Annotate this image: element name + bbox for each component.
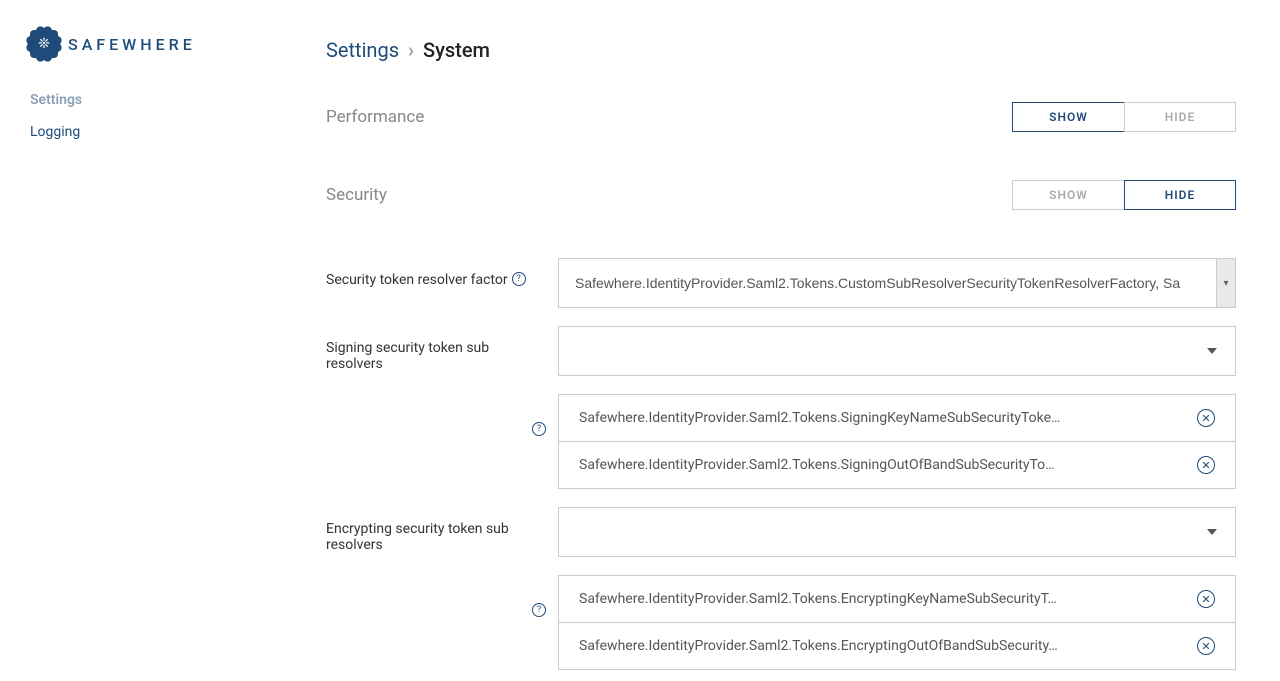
chevron-down-icon: [1207, 529, 1217, 535]
sidebar: ❊ SAFEWHERE Settings Logging: [0, 0, 290, 681]
remove-icon[interactable]: ✕: [1197, 409, 1215, 427]
help-icon[interactable]: ?: [532, 603, 546, 617]
list-item: Safewhere.IdentityProvider.Saml2.Tokens.…: [559, 622, 1235, 669]
list-signing: Safewhere.IdentityProvider.Saml2.Tokens.…: [558, 394, 1236, 489]
help-icon[interactable]: ?: [512, 272, 526, 286]
section-title-performance: Performance: [326, 107, 424, 127]
list-item: Safewhere.IdentityProvider.Saml2.Tokens.…: [559, 441, 1235, 488]
hide-button-security[interactable]: HIDE: [1124, 180, 1236, 210]
list-item: Safewhere.IdentityProvider.Saml2.Tokens.…: [559, 576, 1235, 622]
list-encrypting-row: ? Safewhere.IdentityProvider.Saml2.Token…: [326, 575, 1236, 670]
show-button-performance[interactable]: SHOW: [1012, 102, 1124, 132]
input-stepper-icon[interactable]: ▾: [1216, 258, 1236, 308]
chevron-down-icon: [1207, 348, 1217, 354]
label-encrypting: Encrypting security token sub resolvers: [326, 521, 546, 553]
list-signing-row: ? Safewhere.IdentityProvider.Saml2.Token…: [326, 394, 1236, 489]
list-item-text: Safewhere.IdentityProvider.Saml2.Tokens.…: [579, 591, 1057, 607]
field-encrypting: Encrypting security token sub resolvers: [326, 507, 1236, 557]
logo: ❊ SAFEWHERE: [30, 30, 290, 58]
sidebar-item-settings[interactable]: Settings: [30, 84, 290, 116]
remove-icon[interactable]: ✕: [1197, 637, 1215, 655]
breadcrumb-parent[interactable]: Settings: [326, 38, 399, 62]
breadcrumb-sep: ›: [408, 38, 414, 62]
main-content: Settings › System Performance SHOW HIDE …: [290, 0, 1280, 681]
logo-icon: ❊: [30, 30, 58, 58]
list-item-text: Safewhere.IdentityProvider.Saml2.Tokens.…: [579, 638, 1058, 654]
hide-button-performance[interactable]: HIDE: [1124, 102, 1236, 132]
remove-icon[interactable]: ✕: [1197, 590, 1215, 608]
section-security: Security SHOW HIDE: [326, 180, 1236, 210]
logo-text: SAFEWHERE: [68, 35, 196, 54]
section-title-security: Security: [326, 185, 387, 205]
toggle-security: SHOW HIDE: [1012, 180, 1236, 210]
show-button-security[interactable]: SHOW: [1012, 180, 1124, 210]
breadcrumb-current: System: [423, 38, 490, 62]
field-signing: Signing security token sub resolvers: [326, 326, 1236, 376]
remove-icon[interactable]: ✕: [1197, 456, 1215, 474]
input-resolver-factor[interactable]: [558, 258, 1236, 308]
breadcrumb: Settings › System: [326, 38, 1236, 62]
sidebar-item-logging[interactable]: Logging: [30, 116, 290, 148]
list-item: Safewhere.IdentityProvider.Saml2.Tokens.…: [559, 395, 1235, 441]
select-signing[interactable]: [558, 326, 1236, 376]
help-icon[interactable]: ?: [532, 422, 546, 436]
label-resolver-factor: Security token resolver factor: [326, 272, 508, 288]
toggle-performance: SHOW HIDE: [1012, 102, 1236, 132]
section-performance: Performance SHOW HIDE: [326, 102, 1236, 132]
field-resolver-factor: Security token resolver factor ? ▾: [326, 258, 1236, 308]
list-item-text: Safewhere.IdentityProvider.Saml2.Tokens.…: [579, 410, 1060, 426]
list-item-text: Safewhere.IdentityProvider.Saml2.Tokens.…: [579, 457, 1055, 473]
label-signing: Signing security token sub resolvers: [326, 340, 546, 372]
list-encrypting: Safewhere.IdentityProvider.Saml2.Tokens.…: [558, 575, 1236, 670]
select-encrypting[interactable]: [558, 507, 1236, 557]
